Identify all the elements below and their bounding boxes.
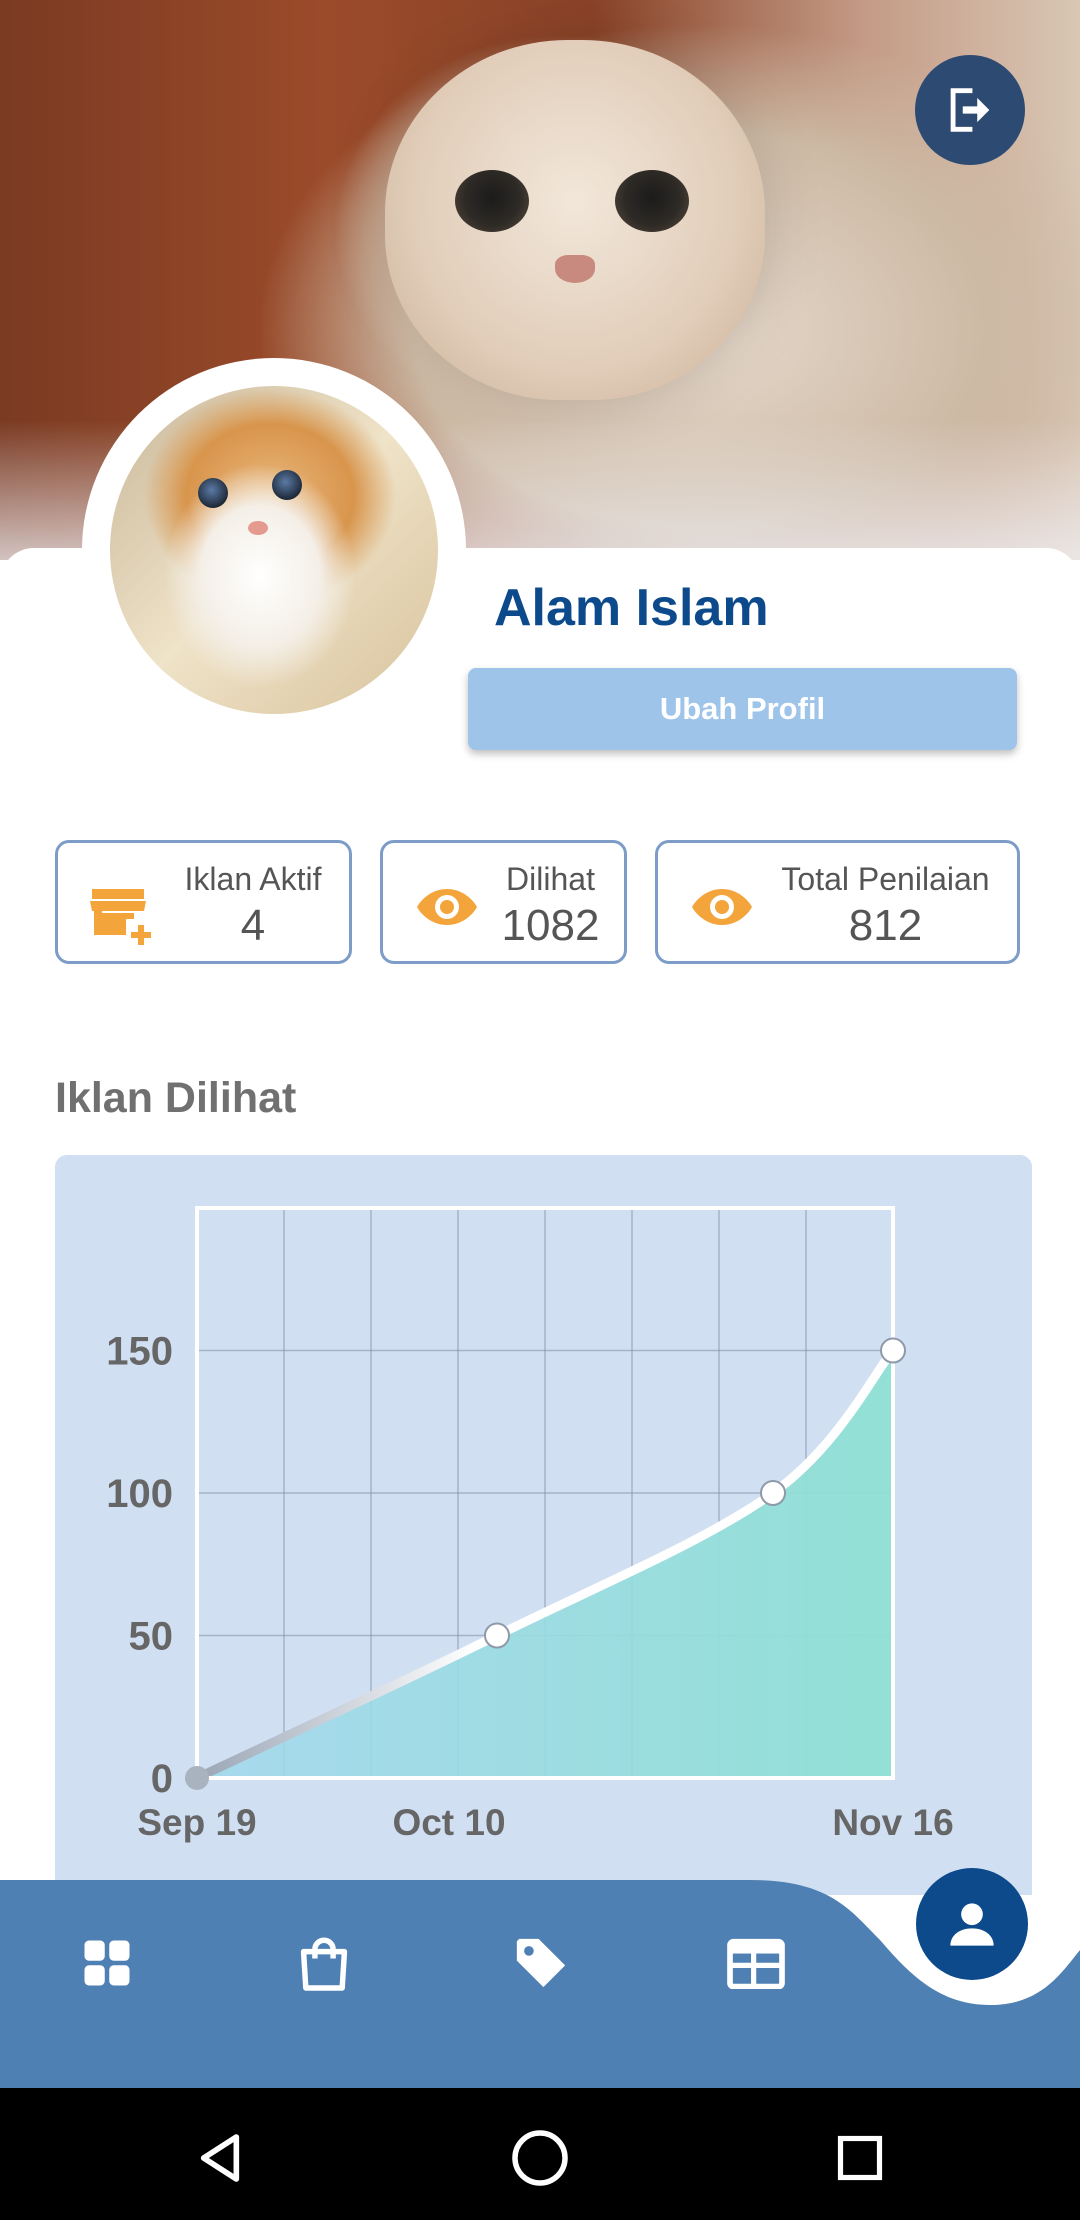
shopping-bag-icon (300, 1937, 348, 1991)
stat-value: 812 (848, 901, 923, 950)
nav-shop[interactable] (279, 1918, 369, 2008)
back-triangle-icon (200, 2134, 240, 2182)
system-back-button[interactable] (180, 2118, 260, 2198)
system-home-button[interactable] (500, 2118, 580, 2198)
chart-y-tick-label: 0 (151, 1757, 173, 1801)
home-circle-icon (512, 2130, 568, 2186)
cat-nose (555, 255, 595, 283)
chart-x-tick-label: Oct 10 (392, 1802, 505, 1843)
stat-value: 1082 (501, 901, 600, 950)
chart-point (484, 1622, 510, 1649)
nav-profile[interactable] (916, 1868, 1028, 1980)
chart-point (880, 1337, 906, 1364)
chart-section-title: Iklan Dilihat (55, 1074, 297, 1122)
chart-y-tick-label: 100 (106, 1472, 173, 1516)
stat-card-total-ratings[interactable]: Total Penilaian 812 (655, 840, 1020, 964)
table-icon (727, 1938, 785, 1989)
logout-button[interactable] (915, 55, 1025, 165)
chart-x-tick-label: Sep 19 (137, 1802, 256, 1843)
system-recents-button[interactable] (820, 2118, 900, 2198)
chart-y-tick-label: 50 (129, 1615, 174, 1659)
stat-card-active-ads[interactable]: Iklan Aktif 4 (55, 840, 352, 964)
kitten-nose (248, 521, 268, 535)
store-add-icon (90, 889, 151, 945)
grid-icon (84, 1940, 130, 1986)
stat-label: Total Penilaian (781, 861, 990, 897)
recents-square-icon (837, 2135, 883, 2181)
tag-icon (516, 1938, 566, 1988)
chart-y-tick-label: 150 (106, 1330, 173, 1374)
kitten-eye (198, 478, 228, 508)
stat-label: Iklan Aktif (184, 861, 322, 897)
views-chart-svg: 0 50 100 150 Sep 19 Oct 10 Nov 16 (106, 1206, 954, 1843)
logout-icon (950, 88, 990, 132)
chart-point (760, 1480, 786, 1506)
kitten-eye (272, 470, 302, 500)
stat-value: 4 (240, 901, 266, 950)
eye-icon (417, 889, 477, 925)
nav-deals[interactable] (496, 1918, 586, 2008)
views-chart: 0 50 100 150 Sep 19 Oct 10 Nov 16 (55, 1155, 1032, 1895)
person-icon (950, 1903, 994, 1946)
cat-eye (615, 170, 689, 232)
cover-cat-image (385, 40, 765, 400)
user-name: Alam Islam (494, 579, 769, 637)
eye-icon (692, 889, 752, 925)
nav-dashboard[interactable] (62, 1918, 152, 2008)
avatar[interactable] (110, 386, 438, 714)
nav-listings[interactable] (711, 1918, 801, 2008)
stat-card-views[interactable]: Dilihat 1082 (380, 840, 627, 964)
cat-eye (455, 170, 529, 232)
edit-profile-button[interactable]: Ubah Profil (468, 668, 1017, 750)
chart-x-tick-label: Nov 16 (832, 1802, 953, 1843)
stat-label: Dilihat (506, 861, 595, 897)
chart-point (185, 1766, 209, 1790)
system-navigation-bar (0, 2088, 1080, 2220)
